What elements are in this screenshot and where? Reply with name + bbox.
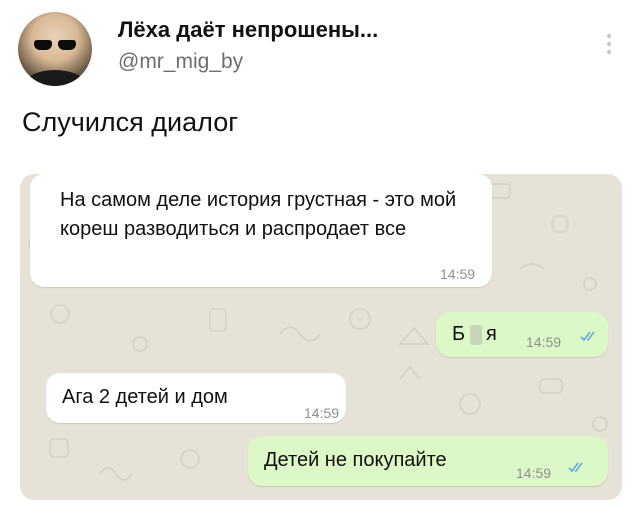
- message-bubble-outgoing[interactable]: Детей не покупайте 14:59: [248, 436, 608, 486]
- message-bubble-incoming[interactable]: Ага 2 детей и дом 14:59: [46, 373, 346, 423]
- avatar[interactable]: [18, 12, 92, 86]
- message-text-start: Б: [452, 323, 466, 345]
- message-text-end: я: [486, 323, 497, 345]
- double-check-icon: [580, 331, 595, 342]
- author-handle[interactable]: @mr_mig_by: [118, 50, 243, 74]
- tweet-text: Случился диалог: [22, 107, 239, 137]
- message-time: 14:59: [516, 465, 552, 481]
- sunglasses-decoration: [34, 40, 76, 51]
- message-text: На самом деле история грустная - это мой…: [60, 189, 457, 240]
- message-time: 14:59: [304, 405, 340, 421]
- tweet-card: Лёха даёт непрошены... @mr_mig_by Случил…: [0, 0, 640, 517]
- chat-screenshot-image[interactable]: На самом деле история грустная - это мой…: [20, 174, 622, 500]
- author-display-name[interactable]: Лёха даёт непрошены...: [118, 17, 378, 43]
- shirt-decoration: [26, 70, 84, 86]
- vertical-ellipsis-icon[interactable]: [606, 34, 612, 58]
- message-bubble-incoming[interactable]: На самом деле история грустная - это мой…: [30, 174, 492, 287]
- censored-blur: [470, 325, 482, 345]
- message-bubble-outgoing[interactable]: Б я 14:59: [436, 312, 608, 357]
- message-time: 14:59: [526, 334, 562, 350]
- message-text: Детей не покупайте: [264, 449, 447, 471]
- double-check-icon: [568, 462, 583, 473]
- message-text: Ага 2 детей и дом: [62, 386, 228, 408]
- message-time: 14:59: [440, 266, 476, 282]
